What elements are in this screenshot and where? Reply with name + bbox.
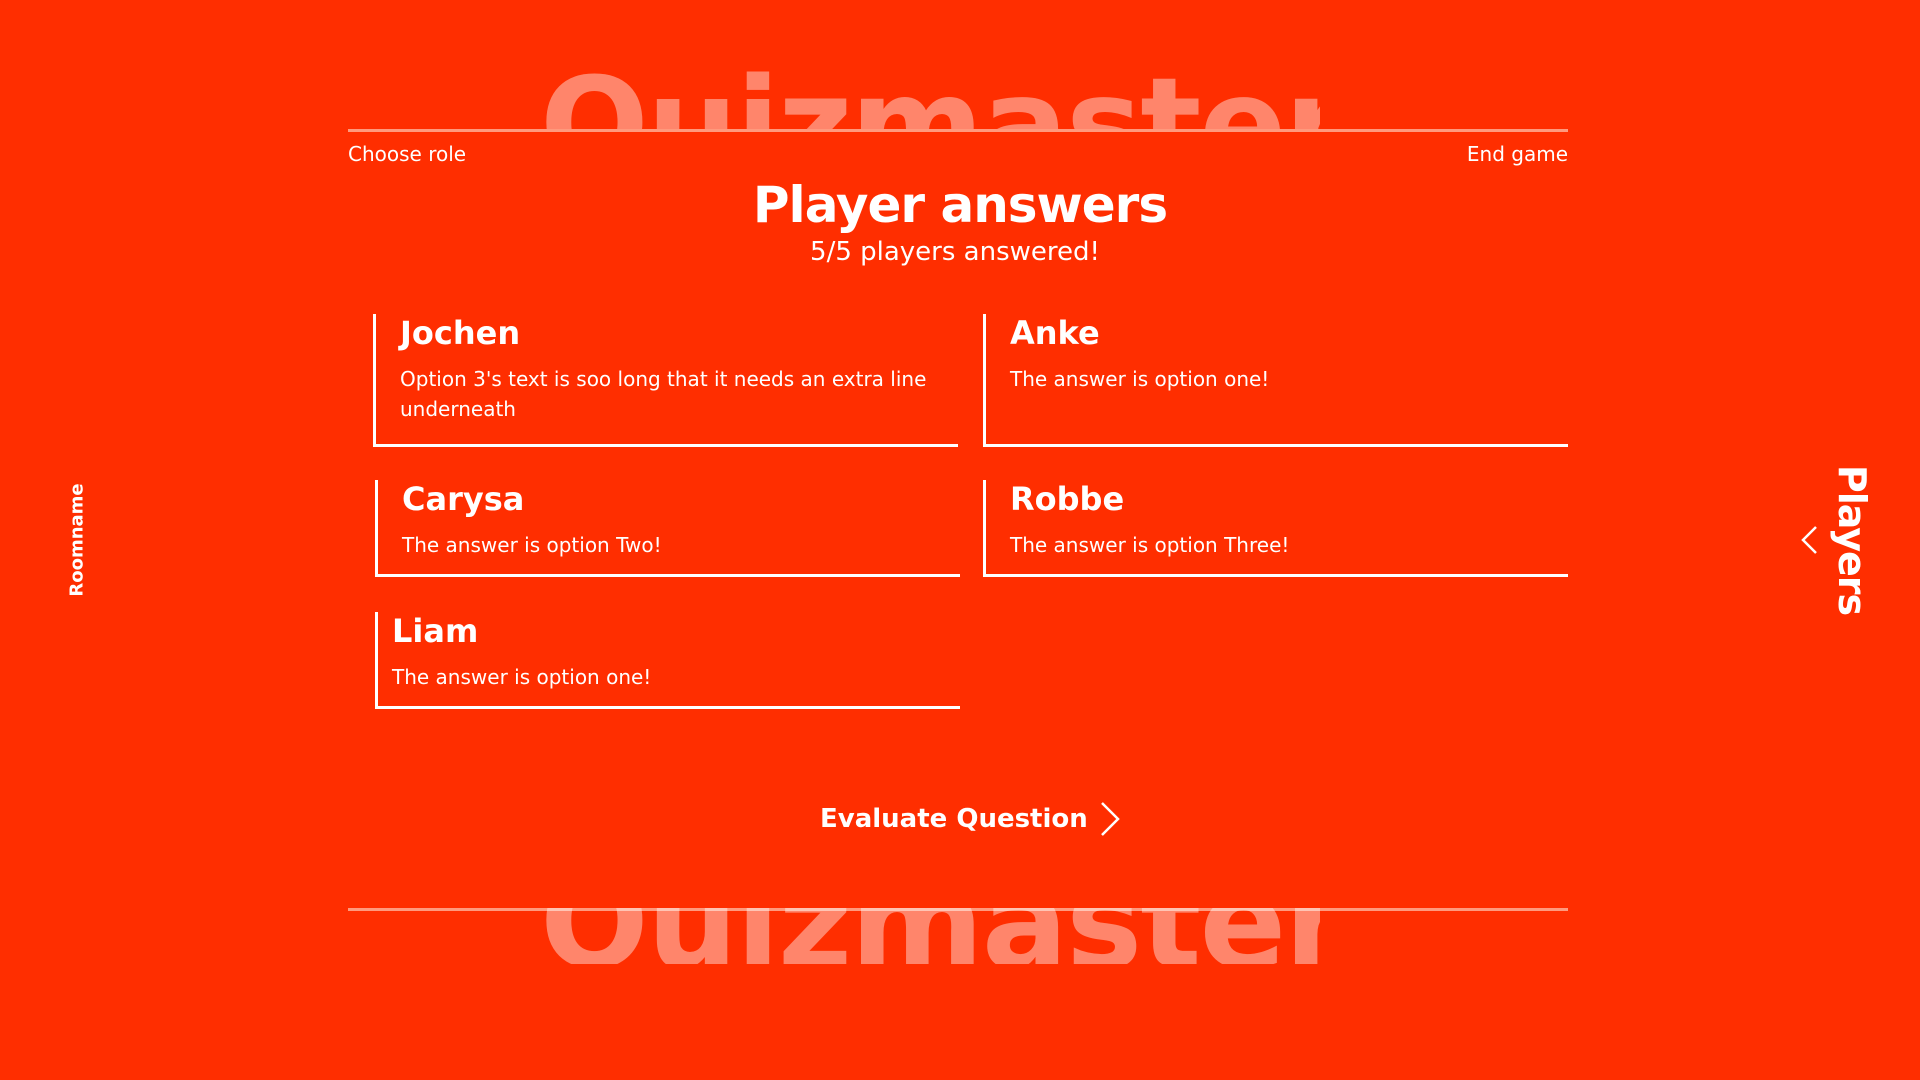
chevron-right-icon bbox=[1098, 800, 1122, 838]
players-panel-toggle[interactable]: Players bbox=[1800, 460, 1920, 620]
player-answer: The answer is option one! bbox=[392, 665, 652, 689]
answer-card: Carysa The answer is option Two! bbox=[375, 480, 960, 577]
player-answer: The answer is option Two! bbox=[402, 533, 662, 557]
answer-card: Anke The answer is option one! bbox=[983, 314, 1568, 447]
player-answer: The answer is option Three! bbox=[1010, 533, 1290, 557]
room-name: Roomname bbox=[66, 483, 88, 597]
player-name: Anke bbox=[1010, 314, 1100, 352]
player-name: Liam bbox=[392, 612, 479, 650]
players-label: Players bbox=[1830, 464, 1874, 616]
evaluate-question-button[interactable]: Evaluate Question bbox=[820, 800, 1122, 838]
player-name: Jochen bbox=[400, 314, 521, 352]
answer-card: Jochen Option 3's text is soo long that … bbox=[373, 314, 958, 447]
chevron-left-icon bbox=[1800, 524, 1820, 556]
quizmaster-watermark-top: Quizmaster bbox=[540, 62, 1320, 130]
end-game-link[interactable]: End game bbox=[1467, 142, 1568, 166]
evaluate-question-label: Evaluate Question bbox=[820, 804, 1088, 834]
player-answer: Option 3's text is soo long that it need… bbox=[400, 367, 927, 421]
answer-card: Liam The answer is option one! bbox=[375, 612, 960, 709]
choose-role-link[interactable]: Choose role bbox=[348, 142, 466, 166]
answer-card: Robbe The answer is option Three! bbox=[983, 480, 1568, 577]
player-name: Robbe bbox=[1010, 480, 1125, 518]
player-answer: The answer is option one! bbox=[1010, 367, 1270, 391]
top-divider bbox=[348, 129, 1568, 132]
quizmaster-watermark-bottom: Quizmaster bbox=[540, 908, 1320, 964]
answered-count: 5/5 players answered! bbox=[810, 237, 1100, 267]
page-title: Player answers bbox=[752, 176, 1168, 234]
player-name: Carysa bbox=[402, 480, 525, 518]
